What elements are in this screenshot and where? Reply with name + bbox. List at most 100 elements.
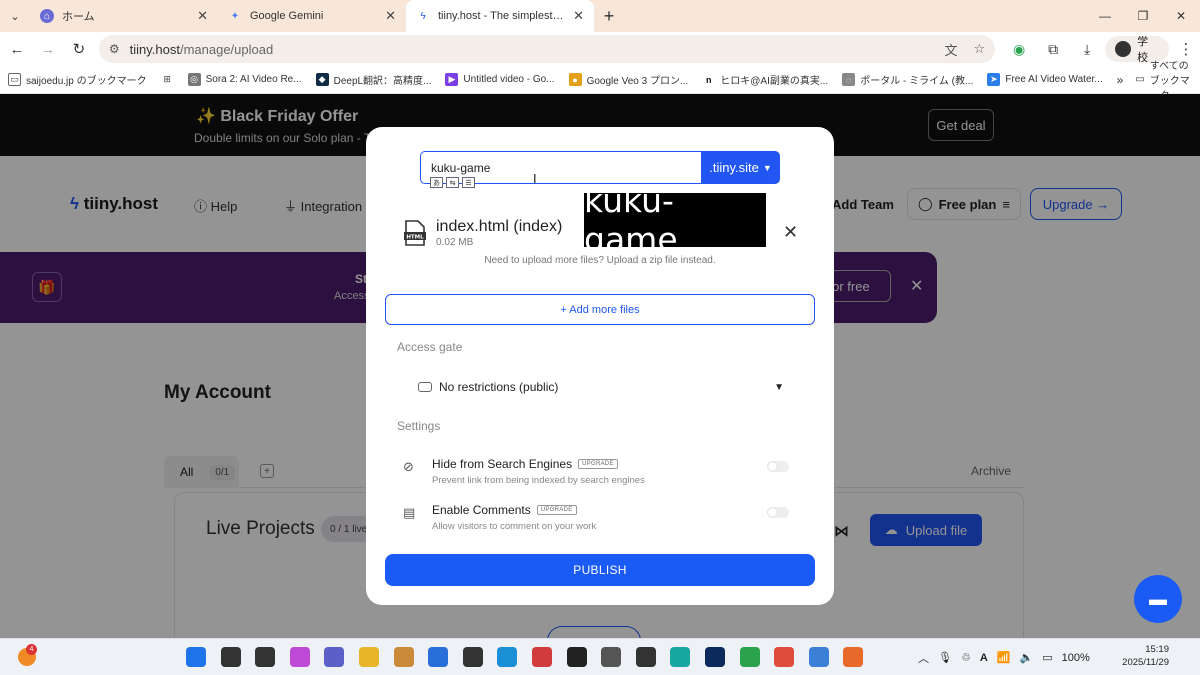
- eye-off-icon: ⊘: [403, 459, 414, 474]
- back-icon[interactable]: ←: [3, 35, 31, 63]
- battery-icon[interactable]: ▭: [1042, 651, 1052, 664]
- microphone-icon[interactable]: 🎙: [938, 651, 952, 664]
- bookmark-item[interactable]: ◆ DeepL翻訳：高精度...: [315, 72, 432, 87]
- veo-icon: ●: [568, 73, 582, 86]
- close-icon[interactable]: ✕: [573, 8, 584, 24]
- tiiny-bolt-icon: ϟ: [420, 10, 426, 22]
- site-info-icon[interactable]: ⚙: [109, 42, 120, 56]
- translate-icon[interactable]: 文: [944, 40, 957, 59]
- access-gate-select[interactable]: No restrictions (public) ▼: [418, 377, 784, 397]
- tray-app-icon[interactable]: ♲: [961, 651, 971, 664]
- bookmarks-overflow-icon[interactable]: »: [1117, 73, 1124, 87]
- task-view-icon[interactable]: [255, 647, 276, 667]
- ime-mode-icon[interactable]: A: [980, 652, 988, 664]
- teams-icon[interactable]: [324, 647, 345, 667]
- setting-desc: Prevent link from being indexed by searc…: [432, 475, 645, 486]
- wifi-icon[interactable]: 📶: [997, 651, 1011, 664]
- download-icon[interactable]: ⤓: [1073, 35, 1101, 63]
- browser-tab[interactable]: ✦ Google Gemini ✕: [218, 0, 406, 32]
- reload-icon[interactable]: ↻: [65, 35, 93, 63]
- close-icon[interactable]: ✕: [197, 8, 208, 24]
- bookmark-label: saijoedu.jp のブックマーク: [26, 76, 147, 87]
- zip-hint[interactable]: Need to upload more files? Upload a zip …: [366, 255, 834, 266]
- app-icon-1[interactable]: [393, 647, 414, 667]
- bookmark-item[interactable]: ● Google Veo 3 プロン...: [568, 72, 689, 87]
- edge-icon[interactable]: [497, 647, 518, 667]
- tab-search-icon[interactable]: ⌄: [0, 0, 30, 32]
- setting-title: Enable Comments UPGRADE: [432, 503, 577, 517]
- setting-title-text: Enable Comments: [432, 503, 531, 517]
- copilot-icon[interactable]: [289, 647, 310, 667]
- app-icon-3[interactable]: [462, 647, 483, 667]
- home-app-icon: ⌂: [40, 9, 54, 23]
- svg-text:HTML: HTML: [406, 235, 424, 241]
- bookmark-item[interactable]: ▶ Untitled video - Go...: [445, 73, 555, 86]
- forward-icon[interactable]: →: [34, 35, 62, 63]
- notepad-icon[interactable]: [808, 647, 829, 667]
- tab-title: ホーム: [62, 11, 95, 23]
- firefox-icon[interactable]: [843, 647, 864, 667]
- new-tab-button[interactable]: +: [594, 0, 624, 32]
- app-icon-7[interactable]: [670, 647, 691, 667]
- start-icon[interactable]: [186, 647, 206, 667]
- bookmark-label: DeepL翻訳：高精度...: [333, 76, 432, 87]
- bookmark-item[interactable]: ◌ ポータル - ミライム (教...: [842, 72, 973, 87]
- hide-search-toggle[interactable]: [767, 461, 789, 472]
- chrome-icon[interactable]: [739, 647, 760, 667]
- address-bar[interactable]: ⚙ tiiny.host/manage/upload 文 ☆: [98, 35, 996, 63]
- bookmark-item[interactable]: ⊞: [161, 73, 174, 86]
- browser-tab-active[interactable]: ϟ tiiny.host - The simplest way to ✕: [406, 0, 594, 32]
- app-icon-2[interactable]: [428, 647, 449, 667]
- bookmark-item[interactable]: n ヒロキ@AI副業の真実...: [702, 72, 828, 87]
- bookmark-label: ヒロキ@AI副業の真実...: [720, 76, 829, 87]
- clock[interactable]: 15:19 2025/11/29: [1117, 643, 1169, 669]
- chat-support-button[interactable]: ▬: [1134, 575, 1182, 623]
- system-tray: ︿ 🎙 ♲ A 📶 🔈 ▭ 100%: [918, 639, 1090, 675]
- restore-icon[interactable]: ❐: [1124, 0, 1162, 32]
- window-close-icon[interactable]: ✕: [1162, 0, 1200, 32]
- file-size: 0.02 MB: [436, 237, 474, 248]
- tab-title: Google Gemini: [250, 10, 324, 22]
- bookmark-item[interactable]: ➤ Free AI Video Water...: [987, 73, 1103, 86]
- file-explorer-icon[interactable]: [359, 647, 379, 667]
- bookmark-star-icon[interactable]: ☆: [974, 41, 986, 57]
- app-icon-8[interactable]: [705, 647, 725, 667]
- app-icon-5[interactable]: [601, 647, 622, 667]
- extensions-puzzle-icon[interactable]: ⧉: [1039, 35, 1067, 63]
- search-icon[interactable]: [220, 647, 241, 667]
- bookmark-label: Google Veo 3 プロン...: [586, 76, 689, 87]
- comments-toggle[interactable]: [767, 507, 789, 518]
- publish-button[interactable]: PUBLISH: [385, 554, 815, 586]
- bookmark-label: Free AI Video Water...: [1005, 74, 1103, 85]
- chevron-up-icon[interactable]: ︿: [918, 650, 929, 666]
- app-icon-4[interactable]: [532, 647, 552, 667]
- domain-select[interactable]: .tiiny.site ▼: [701, 151, 780, 184]
- setting-comments: ▤ Enable Comments UPGRADE Allow visitors …: [403, 503, 803, 537]
- add-more-files-button[interactable]: + Add more files: [385, 294, 815, 325]
- bookmark-label: ポータル - ミライム (教...: [860, 76, 974, 87]
- battery-percent: 100%: [1061, 651, 1090, 664]
- volume-icon[interactable]: 🔈: [1020, 651, 1034, 664]
- chrome-icon-2[interactable]: [774, 647, 795, 667]
- setting-title-text: Hide from Search Engines: [432, 457, 573, 471]
- gemini-icon: ✦: [230, 10, 240, 22]
- windows-taskbar: 4 ︿ 🎙 ♲ A 📶 🔈 ▭ 100% 15:19 2025/11/29: [0, 638, 1200, 675]
- close-icon[interactable]: ✕: [385, 8, 396, 24]
- ime-kana-icon[interactable]: あ: [430, 177, 443, 188]
- browser-tab[interactable]: ⌂ ホーム ✕: [30, 0, 218, 32]
- file-name: index.html (index): [436, 218, 563, 235]
- caret-down-icon: ▼: [774, 381, 784, 393]
- extension-icon[interactable]: ◉: [1005, 35, 1033, 63]
- clock-date: 2025/11/29: [1122, 657, 1169, 668]
- video-icon: ▶: [445, 73, 459, 86]
- setting-hide-search: ⊘ Hide from Search Engines UPGRADE Preven…: [403, 457, 803, 491]
- ime-list-icon[interactable]: ☰: [462, 177, 475, 188]
- url-text: tiiny.host/manage/upload: [130, 42, 929, 57]
- chatgpt-icon[interactable]: [566, 647, 587, 667]
- minimize-icon[interactable]: —: [1086, 0, 1124, 32]
- app-icon-6[interactable]: [635, 647, 656, 667]
- bookmark-item[interactable]: ▭ saijoedu.jp のブックマーク: [8, 72, 147, 87]
- ime-convert-icon[interactable]: ⇆: [446, 177, 459, 188]
- bookmark-item[interactable]: ◎ Sora 2: AI Video Re...: [187, 73, 302, 86]
- remove-file-icon[interactable]: ✕: [783, 222, 798, 243]
